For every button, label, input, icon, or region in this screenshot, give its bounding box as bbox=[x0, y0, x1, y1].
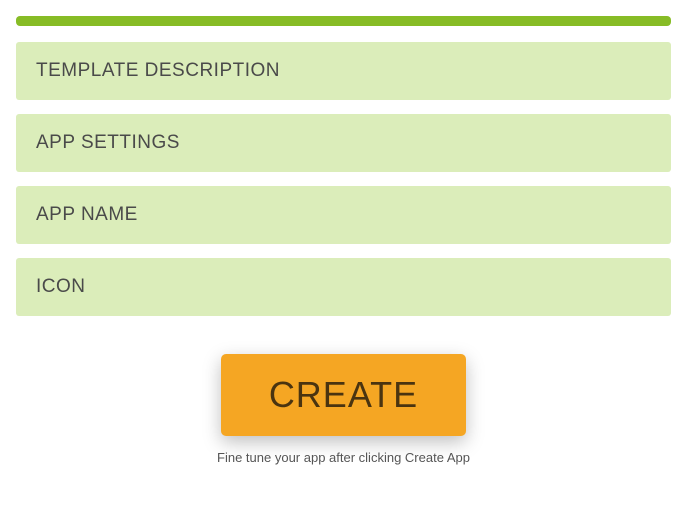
section-title: APP NAME bbox=[36, 204, 651, 226]
section-app-settings[interactable]: APP SETTINGS bbox=[16, 114, 671, 172]
hint-text: Fine tune your app after clicking Create… bbox=[16, 450, 671, 465]
section-app-name[interactable]: APP NAME bbox=[16, 186, 671, 244]
create-button[interactable]: CREATE bbox=[221, 354, 466, 436]
section-template-description[interactable]: TEMPLATE DESCRIPTION bbox=[16, 42, 671, 100]
create-button-container: CREATE bbox=[16, 354, 671, 436]
section-title: ICON bbox=[36, 276, 651, 298]
section-title: TEMPLATE DESCRIPTION bbox=[36, 60, 651, 82]
section-icon[interactable]: ICON bbox=[16, 258, 671, 316]
section-title: APP SETTINGS bbox=[36, 132, 651, 154]
accent-bar bbox=[16, 16, 671, 26]
